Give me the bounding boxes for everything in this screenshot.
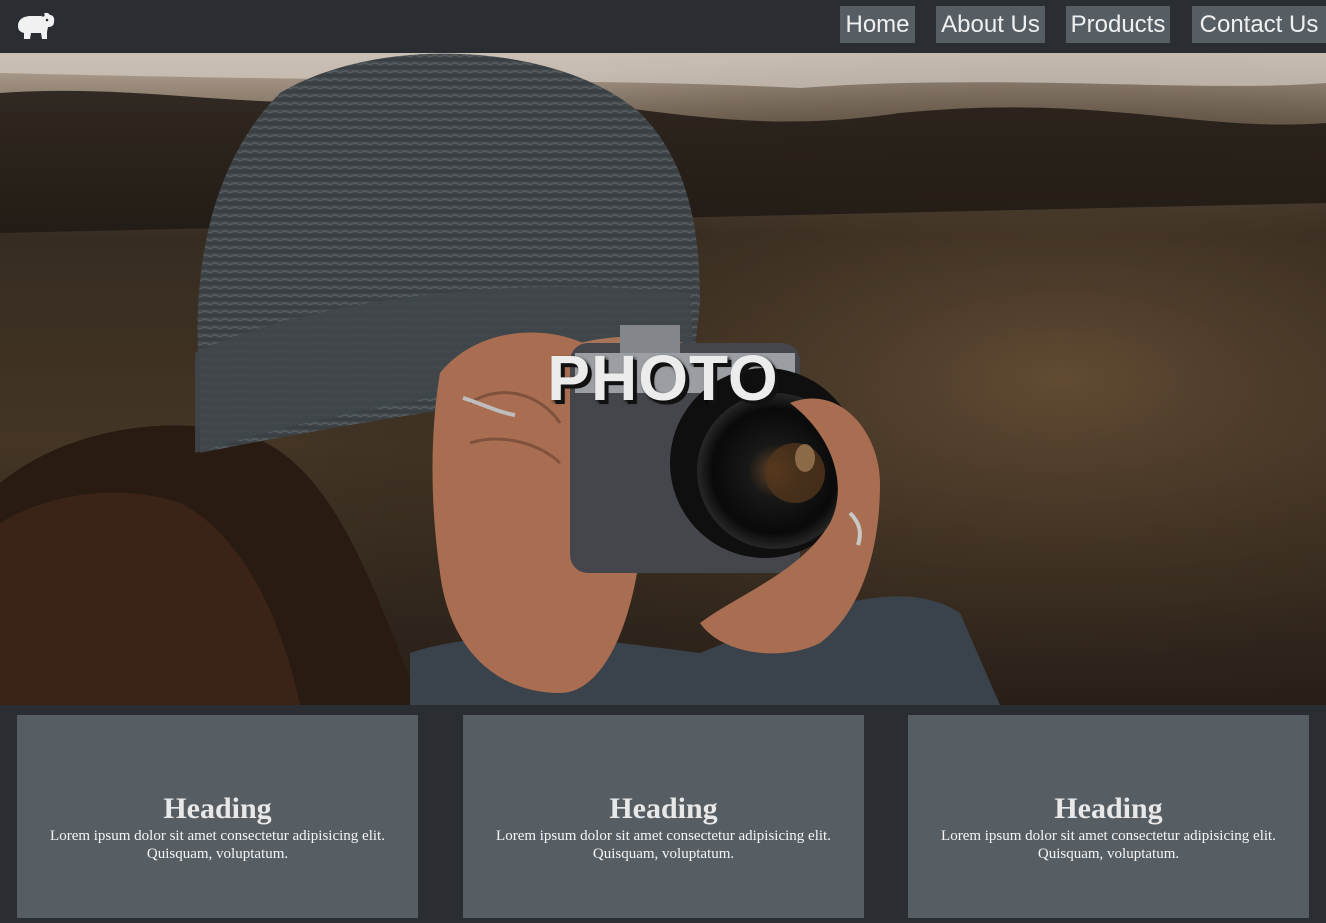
- card-text: Lorem ipsum dolor sit amet consectetur a…: [496, 828, 831, 862]
- nav-products-link[interactable]: Products: [1066, 6, 1170, 43]
- card-1: Heading Lorem ipsum dolor sit amet conse…: [17, 715, 418, 918]
- card-heading: Heading: [1054, 792, 1163, 825]
- nav-contact-link[interactable]: Contact Us: [1192, 6, 1326, 43]
- navbar: Home About Us Products Contact Us: [0, 0, 1326, 53]
- hero-banner: PHOTO: [0, 53, 1326, 705]
- card-text: Lorem ipsum dolor sit amet consectetur a…: [50, 828, 385, 862]
- hippo-icon[interactable]: [14, 10, 56, 42]
- card-3: Heading Lorem ipsum dolor sit amet conse…: [908, 715, 1309, 918]
- cards-section: Heading Lorem ipsum dolor sit amet conse…: [0, 705, 1326, 923]
- nav-about-link[interactable]: About Us: [936, 6, 1045, 43]
- nav-home-link[interactable]: Home: [840, 6, 915, 43]
- card-heading: Heading: [163, 792, 272, 825]
- card-heading: Heading: [609, 792, 718, 825]
- hero-title: PHOTO: [547, 342, 779, 414]
- card-2: Heading Lorem ipsum dolor sit amet conse…: [463, 715, 864, 918]
- card-text: Lorem ipsum dolor sit amet consectetur a…: [941, 828, 1276, 862]
